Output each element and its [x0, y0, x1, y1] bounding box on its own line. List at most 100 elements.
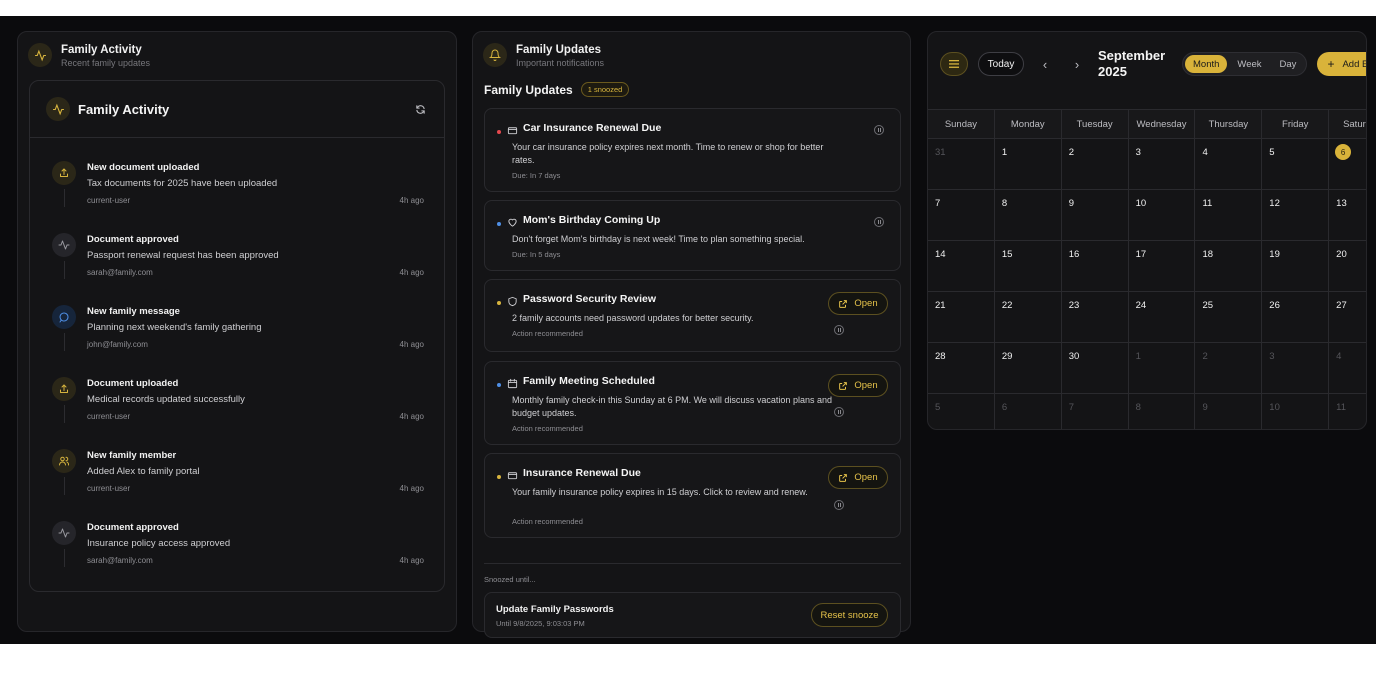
snooze-icon[interactable] [874, 125, 884, 135]
day-number: 23 [1068, 300, 1080, 311]
calendar-day-cell[interactable]: 14 [928, 241, 995, 291]
calendar-day-cell[interactable]: 10 [1129, 190, 1196, 240]
activity-card-header: Family Activity [30, 81, 444, 138]
today-button[interactable]: Today [978, 52, 1024, 76]
calendar-day-cell[interactable]: 31 [928, 139, 995, 189]
external-link-icon [839, 381, 848, 390]
calendar-day-cell[interactable]: 6 [995, 394, 1062, 429]
calendar-day-cell[interactable]: 3 [1129, 139, 1196, 189]
day-number: 1 [1135, 351, 1141, 362]
activity-description: Insurance policy access approved [87, 538, 231, 549]
menu-icon [949, 60, 959, 68]
timeline-connector [64, 549, 65, 567]
activity-card: Family Activity New document uploaded Ta… [29, 80, 445, 592]
activity-title: New family member [87, 450, 177, 461]
calendar-day-cell[interactable]: 20 [1329, 241, 1366, 291]
notification-body: 2 family accounts need password updates … [512, 313, 754, 323]
upload-icon [52, 161, 76, 185]
calendar-day-cell[interactable]: 1 [1129, 343, 1196, 393]
calendar-day-cell[interactable]: 27 [1329, 292, 1366, 342]
notification-card[interactable]: Password Security Review 2 family accoun… [484, 279, 901, 352]
next-month-button[interactable]: › [1066, 53, 1088, 75]
calendar-day-cell[interactable]: 9 [1195, 394, 1263, 429]
calendar-day-cell[interactable]: 4 [1195, 139, 1263, 189]
heart-icon [507, 217, 518, 228]
snoozed-label: Snoozed until... [484, 575, 536, 584]
calendar-day-cell[interactable]: 5 [928, 394, 995, 429]
activity-user: sarah@family.com [87, 556, 153, 565]
calendar-day-cell[interactable]: 25 [1195, 292, 1263, 342]
day-number: 4 [1336, 351, 1342, 362]
calendar-day-cell[interactable]: 10 [1262, 394, 1330, 429]
day-number: 31 [935, 147, 946, 158]
calendar-day-cell[interactable]: 29 [995, 343, 1062, 393]
calendar-day-cell[interactable]: 8 [995, 190, 1062, 240]
calendar-day-cell[interactable]: 30 [1062, 343, 1129, 393]
external-link-icon [839, 473, 848, 482]
refresh-icon[interactable] [412, 101, 428, 117]
snooze-icon[interactable] [834, 407, 844, 417]
calendar-toolbar: Today ‹ › September 2025 Month Week Day + … [940, 48, 1366, 79]
calendar-day-cell[interactable]: 1 [995, 139, 1062, 189]
open-button[interactable]: Open [828, 466, 888, 489]
open-button[interactable]: Open [828, 374, 888, 397]
view-option-month[interactable]: Month [1185, 55, 1228, 73]
calendar-day-cell[interactable]: 28 [928, 343, 995, 393]
notification-card[interactable]: Family Meeting Scheduled Monthly family … [484, 361, 901, 445]
calendar-day-cell[interactable]: 4 [1329, 343, 1366, 393]
day-number: 12 [1269, 198, 1280, 209]
calendar-day-cell[interactable]: 8 [1129, 394, 1196, 429]
calendar-day-cell[interactable]: 9 [1062, 190, 1129, 240]
calendar-day-cell[interactable]: 5 [1262, 139, 1330, 189]
menu-button[interactable] [940, 52, 968, 76]
calendar-day-cell[interactable]: 16 [1062, 241, 1129, 291]
calendar-day-cell[interactable]: 17 [1129, 241, 1196, 291]
calendar-day-cell[interactable]: 2 [1062, 139, 1129, 189]
add-event-button[interactable]: + Add Event [1317, 52, 1366, 76]
calendar-day-cell[interactable]: 6 [1329, 139, 1366, 189]
calendar-day-cell[interactable]: 12 [1262, 190, 1330, 240]
notification-body: Monthly family check-in this Sunday at 6… [512, 395, 832, 418]
timeline-connector [64, 333, 65, 351]
priority-dot [497, 383, 501, 387]
reset-snooze-button[interactable]: Reset snooze [811, 603, 888, 627]
calendar-day-cell[interactable]: 21 [928, 292, 995, 342]
calendar-day-cell[interactable]: 19 [1262, 241, 1330, 291]
snooze-icon[interactable] [874, 217, 884, 227]
view-option-day[interactable]: Day [1272, 55, 1305, 73]
calendar-day-cell[interactable]: 7 [928, 190, 995, 240]
calendar-day-cell[interactable]: 22 [995, 292, 1062, 342]
priority-dot [497, 130, 501, 134]
notification-card[interactable]: Car Insurance Renewal Due Your car insur… [484, 108, 901, 192]
activity-title: New document uploaded [87, 162, 200, 173]
calendar-day-cell[interactable]: 2 [1195, 343, 1263, 393]
snoozed-notification: Update Family Passwords Until 9/8/2025, … [484, 592, 901, 638]
calendar-day-cell[interactable]: 7 [1062, 394, 1129, 429]
snooze-icon[interactable] [834, 500, 844, 510]
calendar-day-cell[interactable]: 11 [1195, 190, 1263, 240]
calendar-day-cell[interactable]: 3 [1262, 343, 1330, 393]
open-button[interactable]: Open [828, 292, 888, 315]
day-number: 16 [1068, 249, 1080, 260]
snooze-icon[interactable] [834, 325, 844, 335]
panel-title: Family Activity [61, 44, 142, 56]
calendar-day-cell[interactable]: 18 [1195, 241, 1263, 291]
notification-card[interactable]: Insurance Renewal Due Your family insura… [484, 453, 901, 538]
notification-card[interactable]: Mom's Birthday Coming Up Don't forget Mo… [484, 200, 901, 271]
calendar-day-cell[interactable]: 26 [1262, 292, 1330, 342]
day-number: 15 [1001, 249, 1013, 260]
month-title: September 2025 [1098, 48, 1166, 79]
view-option-week[interactable]: Week [1229, 55, 1269, 73]
updates-section-header: Family Updates 1 snoozed [484, 82, 630, 97]
snoozed-count-badge: 1 snoozed [580, 82, 630, 97]
calendar-day-cell[interactable]: 13 [1329, 190, 1366, 240]
add-event-label: Add Event [1342, 58, 1366, 70]
calendar-day-cell[interactable]: 15 [995, 241, 1062, 291]
activity-time: 4h ago [399, 196, 424, 205]
prev-month-button[interactable]: ‹ [1034, 53, 1056, 75]
calendar-day-cell[interactable]: 11 [1329, 394, 1366, 429]
day-number: 9 [1202, 402, 1208, 413]
calendar-day-cell[interactable]: 24 [1129, 292, 1196, 342]
day-number: 8 [1001, 198, 1008, 209]
calendar-day-cell[interactable]: 23 [1062, 292, 1129, 342]
